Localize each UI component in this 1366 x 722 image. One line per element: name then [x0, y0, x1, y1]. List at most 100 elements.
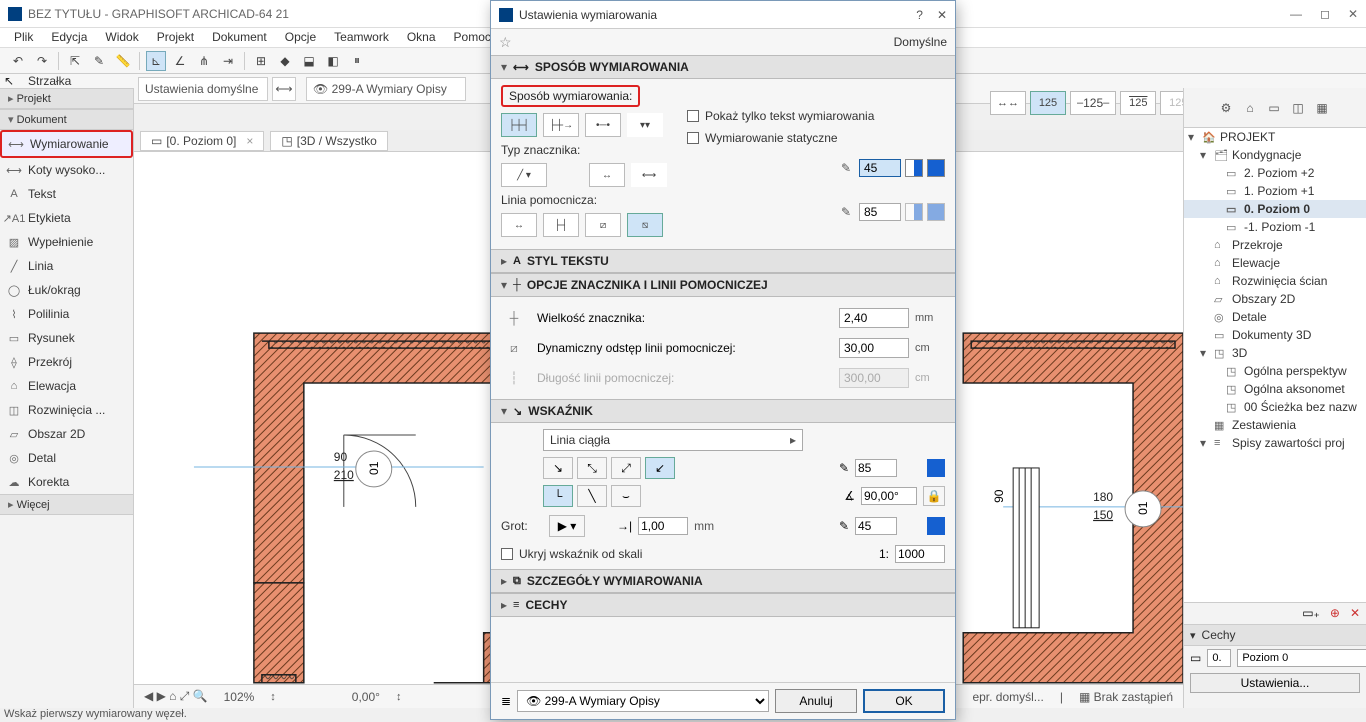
dim-val-2[interactable]: –125–	[1070, 91, 1116, 115]
pen-input-4[interactable]	[855, 517, 897, 535]
tree-item[interactable]: ◳Ogólna perspektyw	[1184, 362, 1366, 380]
tool-elewacja[interactable]: ⌂Elewacja	[0, 374, 133, 398]
linetype-select[interactable]: Linia ciągła▸	[543, 429, 803, 451]
tab-3d[interactable]: ◳ [3D / Wszystko	[270, 131, 387, 151]
tool-rozwiniecia[interactable]: ◫Rozwinięcia ...	[0, 398, 133, 422]
tree-item[interactable]: ▾🏠PROJEKT	[1184, 128, 1366, 146]
layer-field[interactable]: 👁 299-A Wymiary Opisy	[306, 77, 466, 101]
toolbox-header-projekt[interactable]: Projekt	[0, 88, 133, 109]
section-text[interactable]: ▸A STYL TEKSTU	[491, 249, 955, 273]
section-method[interactable]: ▾⟷ SPOSÓB WYMIAROWANIA	[491, 55, 955, 79]
tree-item[interactable]: ▭2. Poziom +2	[1184, 164, 1366, 182]
ptr-style-4[interactable]: ↙	[645, 457, 675, 479]
grid-icon[interactable]: ⊞	[251, 51, 271, 71]
guide-perp-icon[interactable]: ⊾	[146, 51, 166, 71]
arrow-icon[interactable]: ↖	[4, 74, 22, 88]
tree-item[interactable]: ◳00 Ścieżka bez nazw	[1184, 398, 1366, 416]
close-icon[interactable]: ✕	[1348, 7, 1358, 21]
clone-view-icon[interactable]: ⊕	[1330, 606, 1340, 620]
menu-edycja[interactable]: Edycja	[43, 28, 95, 47]
gravity-icon[interactable]: ⬓	[299, 51, 319, 71]
layer-select[interactable]: 👁 299-A Wymiary Opisy	[517, 690, 769, 712]
pen-swatch-2b[interactable]	[927, 203, 945, 221]
default-settings-field[interactable]: Ustawienia domyślne	[138, 77, 268, 101]
tree-item[interactable]: ⌂Rozwinięcia ścian	[1184, 272, 1366, 290]
tree-item[interactable]: ▭Dokumenty 3D	[1184, 326, 1366, 344]
ptr-style-1[interactable]: ↘	[543, 457, 573, 479]
repr-field[interactable]: epr. domyśl...	[972, 690, 1043, 704]
toolbox-header-wiecej[interactable]: Więcej	[0, 494, 133, 515]
maximize-icon[interactable]: ◻	[1320, 7, 1330, 21]
method-baseline[interactable]: •─•	[585, 113, 621, 137]
story-name-input[interactable]	[1237, 649, 1366, 667]
section-marker[interactable]: ▾┼ OPCJE ZNACZNIKA I LINII POMOCNICZEJ	[491, 273, 955, 297]
tool-koty[interactable]: ⟷Koty wysoko...	[0, 158, 133, 182]
tree-item[interactable]: ▦Zestawienia	[1184, 416, 1366, 434]
arrowhead-select[interactable]: ▶ ▾	[549, 515, 585, 537]
tool-korekta[interactable]: ☁Korekta	[0, 470, 133, 494]
pen-swatch-3b[interactable]	[927, 459, 945, 477]
dim-val-3[interactable]: 125	[1120, 91, 1156, 115]
method-elevation[interactable]: ▾▾	[627, 113, 663, 137]
snap-icon[interactable]: ◆	[275, 51, 295, 71]
tool-rysunek[interactable]: ▭Rysunek	[0, 326, 133, 350]
scale-input[interactable]	[895, 545, 945, 563]
tool-obszar2d[interactable]: ▱Obszar 2D	[0, 422, 133, 446]
tree-item[interactable]: ⌂Elewacje	[1184, 254, 1366, 272]
tree-item[interactable]: ◳Ogólna aksonomet	[1184, 380, 1366, 398]
menu-opcje[interactable]: Opcje	[277, 28, 324, 47]
delete-view-icon[interactable]: ✕	[1350, 606, 1360, 620]
tree-item[interactable]: ◎Detale	[1184, 308, 1366, 326]
tool-etykieta[interactable]: ↗A1Etykieta	[0, 206, 133, 230]
tree-item[interactable]: ⌂Przekroje	[1184, 236, 1366, 254]
dialog-close-icon[interactable]: ✕	[937, 8, 947, 22]
menu-teamwork[interactable]: Teamwork	[326, 28, 397, 47]
picker-icon[interactable]: ⇱	[65, 51, 85, 71]
dim-mode-icon[interactable]: ↔↔	[990, 91, 1026, 115]
zoom-value[interactable]: 102%	[224, 690, 255, 704]
pen-swatch-4a[interactable]	[903, 517, 921, 535]
marker-outside[interactable]: ⟷	[631, 163, 667, 187]
marker-type-select[interactable]: ╱ ▾	[501, 163, 547, 187]
eyedropper-icon[interactable]: ✎	[89, 51, 109, 71]
guide-angle-icon[interactable]: ∠	[170, 51, 190, 71]
pen-input-1[interactable]	[859, 159, 901, 177]
toolbox-header-dokument[interactable]: Dokument	[0, 109, 133, 130]
tree-item[interactable]: ▾≡Spisy zawartości proj	[1184, 434, 1366, 452]
redo-icon[interactable]: ↷	[32, 51, 52, 71]
marker-inside[interactable]: ↔	[589, 163, 625, 187]
ptr-dir-3[interactable]: ⌣	[611, 485, 641, 507]
pen-input-3[interactable]	[855, 459, 897, 477]
lock-angle-icon[interactable]: 🔒	[923, 486, 945, 506]
tool-linia[interactable]: ╱Linia	[0, 254, 133, 278]
chk-hide-pointer[interactable]: Ukryj wskaźnik od skali	[501, 547, 642, 561]
menu-widok[interactable]: Widok	[97, 28, 146, 47]
ptr-style-3[interactable]: ⤢	[611, 457, 641, 479]
undo-icon[interactable]: ↶	[8, 51, 28, 71]
tool-luk[interactable]: ◯Łuk/okrąg	[0, 278, 133, 302]
guide-offset-icon[interactable]: ⇥	[218, 51, 238, 71]
ptr-dir-1[interactable]: └	[543, 485, 573, 507]
tab-poziom0[interactable]: ▭ [0. Poziom 0] ×	[140, 131, 264, 151]
navigator-tree[interactable]: ▾🏠PROJEKT▾🗂Kondygnacje▭2. Poziom +2▭1. P…	[1183, 128, 1366, 602]
pen-swatch-3a[interactable]	[903, 459, 921, 477]
dim-style-icon[interactable]: ⟷	[272, 77, 296, 101]
angle-input[interactable]	[861, 487, 917, 505]
witness-diag[interactable]: ⧄	[585, 213, 621, 237]
angle-value[interactable]: 0,00°	[352, 690, 380, 704]
chk-text-only[interactable]: Pokaż tylko tekst wymiarowania	[687, 109, 945, 123]
tool-wypelnienie[interactable]: ▨Wypełnienie	[0, 230, 133, 254]
cancel-button[interactable]: Anuluj	[775, 689, 857, 713]
tool-polilinia[interactable]: ⌇Polilinia	[0, 302, 133, 326]
tree-item[interactable]: ▭1. Poziom +1	[1184, 182, 1366, 200]
suspend-icon[interactable]: ⏸	[347, 51, 367, 71]
method-linear[interactable]: ├┼┤	[501, 113, 537, 137]
menu-plik[interactable]: Plik	[6, 28, 41, 47]
section-props[interactable]: ▸≡ CECHY	[491, 593, 955, 617]
ruler-icon[interactable]: 📏	[113, 51, 133, 71]
minimize-icon[interactable]: —	[1290, 7, 1302, 21]
favorite-icon[interactable]: ☆	[499, 34, 512, 51]
ok-button[interactable]: OK	[863, 689, 945, 713]
guide-bisect-icon[interactable]: ⋔	[194, 51, 214, 71]
pen-swatch-4b[interactable]	[927, 517, 945, 535]
